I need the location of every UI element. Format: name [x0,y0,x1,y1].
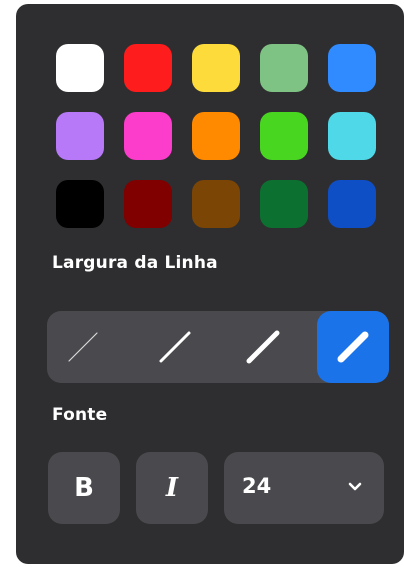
color-swatch-blue[interactable] [328,44,376,92]
color-swatch-dark-green[interactable] [260,180,308,228]
chevron-down-icon [348,482,362,491]
color-swatch-magenta[interactable] [124,112,172,160]
line-width-label: Largura da Linha [52,253,218,273]
color-swatch-brown[interactable] [192,180,240,228]
line-width-thin-option[interactable] [47,311,119,383]
line-width-extra-thick-option[interactable] [317,311,389,383]
line-width-selector [47,311,389,383]
color-swatch-yellow[interactable] [192,44,240,92]
color-swatch-dark-red[interactable] [124,180,172,228]
extra-thick-line-icon [337,331,369,363]
medium-line-icon [159,331,191,363]
line-width-thick-option[interactable] [227,311,299,383]
color-palette [56,44,376,228]
color-swatch-cyan[interactable] [328,112,376,160]
bold-button[interactable]: B [48,452,120,524]
font-size-value: 24 [242,474,272,498]
italic-button[interactable]: I [136,452,208,524]
font-size-dropdown[interactable]: 24 [224,452,384,524]
font-label: Fonte [52,405,108,425]
bold-button-label: B [74,473,94,503]
color-swatch-purple[interactable] [56,112,104,160]
color-swatch-black[interactable] [56,180,104,228]
color-swatch-orange[interactable] [192,112,240,160]
italic-button-label: I [165,473,179,503]
color-swatch-green[interactable] [260,112,308,160]
color-swatch-dark-blue[interactable] [328,180,376,228]
line-width-medium-option[interactable] [139,311,211,383]
color-swatch-white[interactable] [56,44,104,92]
thick-line-icon [246,330,280,364]
thin-line-icon [68,332,98,362]
annotation-toolbar-panel: Largura da Linha Fonte B I 24 [16,4,404,564]
color-swatch-light-green[interactable] [260,44,308,92]
color-swatch-red[interactable] [124,44,172,92]
